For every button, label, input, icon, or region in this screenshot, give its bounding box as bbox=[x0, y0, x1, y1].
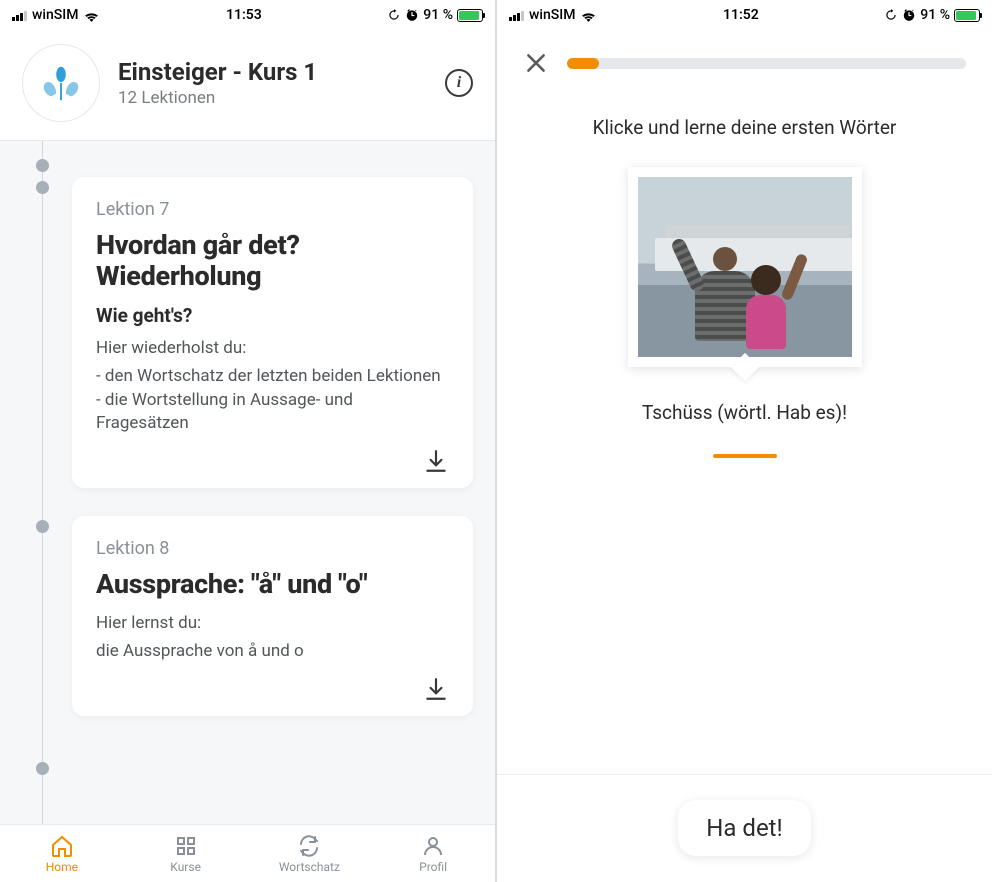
course-title: Einsteiger - Kurs 1 bbox=[118, 58, 427, 86]
course-screen: winSIM 11:53 91 % bbox=[0, 0, 495, 882]
lesson-card[interactable]: Lektion 7 Hvordan går det? Wiederholung … bbox=[72, 177, 473, 488]
carrier-label: winSIM bbox=[529, 7, 575, 23]
lesson-number: Lektion 8 bbox=[96, 538, 449, 559]
clock: 11:53 bbox=[100, 7, 387, 23]
timeline-dot bbox=[36, 762, 49, 775]
course-subtitle: 12 Lektionen bbox=[118, 88, 427, 108]
lesson-body: - den Wortschatz der letzten beiden Lekt… bbox=[96, 365, 449, 436]
tab-label: Home bbox=[46, 860, 78, 874]
wifi-icon bbox=[83, 9, 100, 22]
status-bar: winSIM 11:52 91 % bbox=[497, 0, 992, 30]
tab-bar: Home Kurse Wortschatz Profil bbox=[0, 824, 495, 882]
alarm-icon bbox=[902, 8, 916, 22]
tab-home[interactable]: Home bbox=[0, 825, 124, 882]
timeline-dot bbox=[36, 181, 49, 194]
lesson-timeline[interactable]: Lektion 7 Hvordan går det? Wiederholung … bbox=[0, 141, 495, 824]
lesson-subtitle: Wie geht's? bbox=[96, 304, 449, 327]
battery-pct: 91 % bbox=[423, 7, 453, 23]
lesson-body: die Aussprache von å und o bbox=[96, 640, 449, 664]
tab-label: Profil bbox=[419, 860, 447, 874]
lesson-title: Hvordan går det? Wiederholung bbox=[96, 230, 449, 292]
orientation-lock-icon bbox=[884, 8, 898, 22]
progress-bar bbox=[567, 58, 966, 69]
download-icon[interactable] bbox=[423, 676, 449, 702]
tab-courses[interactable]: Kurse bbox=[124, 825, 248, 882]
battery-pct: 91 % bbox=[920, 7, 950, 23]
lesson-intro: Hier lernst du: bbox=[96, 612, 449, 636]
info-button[interactable]: i bbox=[445, 69, 473, 97]
close-icon[interactable] bbox=[523, 50, 549, 76]
tab-vocab[interactable]: Wortschatz bbox=[248, 825, 372, 882]
accent-underline bbox=[713, 454, 777, 458]
answer-area: Ha det! bbox=[497, 774, 992, 882]
lesson-card[interactable]: Lektion 8 Aussprache: "å" und "o" Hier l… bbox=[72, 516, 473, 716]
alarm-icon bbox=[405, 8, 419, 22]
tab-label: Wortschatz bbox=[279, 860, 340, 874]
signal-icon bbox=[12, 9, 27, 21]
signal-icon bbox=[509, 9, 524, 21]
carrier-label: winSIM bbox=[32, 7, 78, 23]
lesson-title: Aussprache: "å" und "o" bbox=[96, 569, 449, 600]
status-bar: winSIM 11:53 91 % bbox=[0, 0, 495, 30]
home-icon bbox=[50, 834, 74, 858]
course-header: Einsteiger - Kurs 1 12 Lektionen i bbox=[0, 30, 495, 141]
battery-icon bbox=[954, 9, 980, 22]
battery-icon bbox=[457, 9, 483, 22]
orientation-lock-icon bbox=[387, 8, 401, 22]
refresh-icon bbox=[297, 834, 321, 858]
course-icon bbox=[22, 44, 100, 122]
progress-fill bbox=[567, 58, 599, 69]
answer-button[interactable]: Ha det! bbox=[678, 800, 810, 856]
wifi-icon bbox=[580, 9, 597, 22]
prompt-text: Klicke und lerne deine ersten Wörter bbox=[497, 116, 992, 139]
translation-text: Tschüss (wörtl. Hab es)! bbox=[642, 401, 847, 424]
tab-label: Kurse bbox=[170, 860, 201, 874]
timeline-dot bbox=[36, 159, 49, 172]
lesson-screen: winSIM 11:52 91 % Klicke und lerne deine… bbox=[497, 0, 992, 882]
timeline-dot bbox=[36, 520, 49, 533]
download-icon[interactable] bbox=[423, 448, 449, 474]
user-icon bbox=[421, 834, 445, 858]
tab-profile[interactable]: Profil bbox=[371, 825, 495, 882]
lesson-top-bar bbox=[497, 30, 992, 86]
grid-icon bbox=[174, 834, 198, 858]
lesson-number: Lektion 7 bbox=[96, 199, 449, 220]
lesson-intro: Hier wiederholst du: bbox=[96, 337, 449, 361]
flashcard[interactable]: Tschüss (wörtl. Hab es)! bbox=[628, 167, 862, 458]
flashcard-image bbox=[628, 167, 862, 367]
clock: 11:52 bbox=[597, 7, 884, 23]
